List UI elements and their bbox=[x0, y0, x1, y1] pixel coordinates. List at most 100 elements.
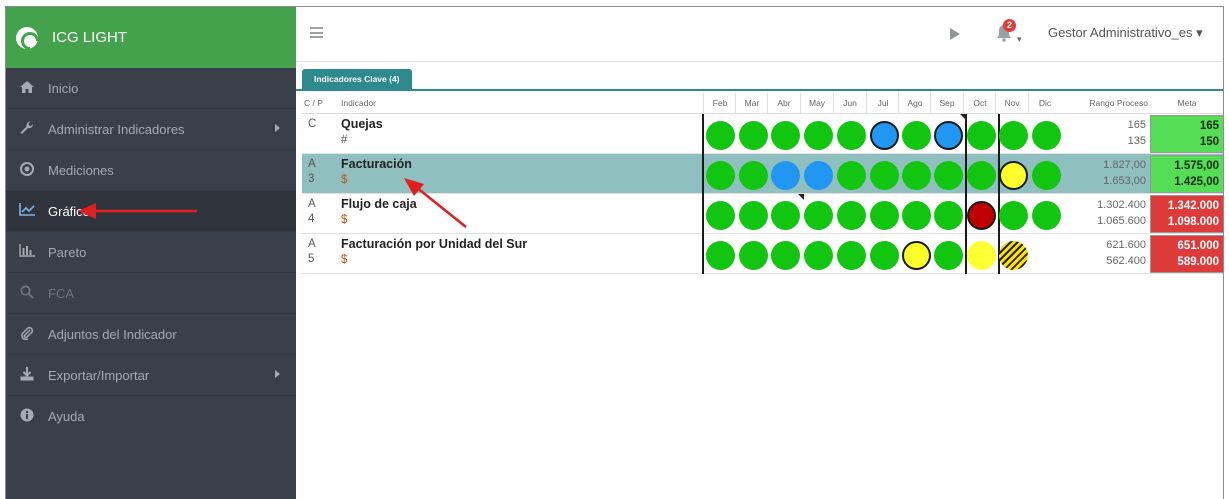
target-icon bbox=[18, 161, 36, 179]
status-indicator-feb[interactable] bbox=[706, 121, 735, 150]
brand-bar[interactable]: ICG LIGHT bbox=[6, 7, 296, 68]
status-indicator-jun[interactable] bbox=[837, 201, 866, 230]
cp-number: 5 bbox=[308, 253, 315, 265]
sidebar: ICG LIGHT Inicio Administrar Indicadores… bbox=[6, 7, 296, 499]
status-indicator-oct[interactable] bbox=[967, 241, 996, 270]
status-indicator-mar[interactable] bbox=[739, 161, 768, 190]
chevron-right-icon bbox=[275, 124, 280, 132]
header-separator bbox=[866, 93, 867, 113]
status-indicator-nov[interactable] bbox=[999, 201, 1028, 230]
indicator-name[interactable]: Flujo de caja bbox=[341, 197, 417, 211]
status-indicator-sep[interactable] bbox=[934, 201, 963, 230]
status-indicator-mar[interactable] bbox=[739, 201, 768, 230]
tab-indicadores-clave[interactable]: Indicadores Clave (4) bbox=[302, 69, 412, 89]
status-indicator-abr[interactable] bbox=[771, 161, 800, 190]
status-indicator-jun[interactable] bbox=[837, 161, 866, 190]
main-content: Indicadores Clave (4) C / P Indicador Feb M… bbox=[296, 62, 1223, 499]
status-indicator-sep[interactable] bbox=[934, 241, 963, 270]
sidebar-item-ayuda[interactable]: Ayuda bbox=[6, 396, 296, 437]
col-header-indicador: Indicador bbox=[341, 98, 376, 108]
month-separator bbox=[702, 194, 704, 234]
indicator-unit: # bbox=[341, 134, 348, 146]
status-indicator-abr[interactable] bbox=[771, 201, 800, 230]
indicator-name[interactable]: Quejas bbox=[341, 117, 383, 131]
range-upper: 1.302.400 bbox=[1097, 199, 1146, 211]
status-indicator-ago[interactable] bbox=[902, 161, 931, 190]
status-indicator-jul[interactable] bbox=[870, 241, 899, 270]
status-indicator-mar[interactable] bbox=[739, 241, 768, 270]
status-indicator-abr[interactable] bbox=[771, 121, 800, 150]
status-indicator-sep[interactable] bbox=[934, 161, 963, 190]
status-indicator-ago[interactable] bbox=[902, 201, 931, 230]
indicator-unit: $ bbox=[341, 214, 348, 226]
sidebar-item-grafico[interactable]: Gráfico bbox=[6, 191, 296, 232]
status-indicator-jun[interactable] bbox=[837, 241, 866, 270]
sidebar-item-label: FCA bbox=[48, 285, 74, 301]
sidebar-item-exportar-importar[interactable]: Exportar/Importar bbox=[6, 355, 296, 396]
sidebar-item-label: Exportar/Importar bbox=[48, 367, 150, 383]
status-indicator-nov[interactable] bbox=[999, 241, 1028, 270]
status-indicator-may[interactable] bbox=[804, 201, 833, 230]
status-indicator-dic[interactable] bbox=[1032, 121, 1061, 150]
status-indicator-oct[interactable] bbox=[967, 201, 996, 230]
sidebar-item-inicio[interactable]: Inicio bbox=[6, 68, 296, 109]
goal-lower: 150 bbox=[1199, 136, 1219, 148]
goal-upper: 1.342.000 bbox=[1167, 200, 1219, 212]
table-row[interactable]: A 5 Facturación por Unidad del Sur $621.600… bbox=[302, 234, 1223, 274]
table-row[interactable]: A 3 Facturación $1.827,00 1.653,00 1.575,00 1.… bbox=[302, 154, 1223, 194]
status-indicator-may[interactable] bbox=[804, 121, 833, 150]
header-separator bbox=[898, 93, 899, 113]
status-indicator-oct[interactable] bbox=[967, 121, 996, 150]
hamburger-menu-icon[interactable] bbox=[310, 27, 323, 38]
status-indicator-ago[interactable] bbox=[902, 121, 931, 150]
status-indicator-may[interactable] bbox=[804, 241, 833, 270]
status-indicator-feb[interactable] bbox=[706, 201, 735, 230]
header-separator bbox=[963, 93, 964, 113]
indicator-name[interactable]: Facturación bbox=[341, 157, 412, 171]
status-indicator-mar[interactable] bbox=[739, 121, 768, 150]
sidebar-item-adjuntos[interactable]: Adjuntos del Indicador bbox=[6, 314, 296, 355]
sidebar-item-label: Administrar Indicadores bbox=[48, 121, 185, 137]
status-indicator-dic[interactable] bbox=[1032, 201, 1061, 230]
status-indicator-ago[interactable] bbox=[902, 241, 931, 270]
line-chart-icon bbox=[18, 203, 36, 219]
goal-upper: 1.575,00 bbox=[1174, 160, 1219, 172]
status-indicator-jul[interactable] bbox=[870, 201, 899, 230]
cp-cell: A3 bbox=[308, 157, 316, 187]
table-row[interactable]: A 4 Flujo de caja $1.302.400 1.065.600 1.342.… bbox=[302, 194, 1223, 234]
user-menu[interactable]: Gestor Administrativo_es ▾ bbox=[1048, 25, 1203, 41]
range-upper: 165 bbox=[1127, 119, 1146, 131]
play-icon[interactable] bbox=[950, 28, 960, 40]
status-indicator-oct[interactable] bbox=[967, 161, 996, 190]
table-row[interactable]: C Quejas #165 135 165 150 bbox=[302, 114, 1223, 154]
cp-type: C bbox=[308, 118, 317, 130]
sidebar-item-administrar-indicadores[interactable]: Administrar Indicadores bbox=[6, 109, 296, 150]
sidebar-item-label: Mediciones bbox=[48, 162, 114, 178]
col-header-month: Jul bbox=[877, 98, 889, 108]
indicator-name[interactable]: Facturación por Unidad del Sur bbox=[341, 237, 527, 251]
status-indicator-jun[interactable] bbox=[837, 121, 866, 150]
cp-number: 3 bbox=[308, 173, 315, 185]
sidebar-item-fca[interactable]: FCA bbox=[6, 273, 296, 314]
status-indicator-may[interactable] bbox=[804, 161, 833, 190]
status-indicator-abr[interactable] bbox=[771, 241, 800, 270]
status-indicator-sep[interactable] bbox=[934, 121, 963, 150]
cp-type: A bbox=[308, 158, 316, 170]
status-indicator-nov[interactable] bbox=[999, 161, 1028, 190]
status-indicator-feb[interactable] bbox=[706, 241, 735, 270]
col-header-month: Sep bbox=[939, 98, 955, 108]
sidebar-item-pareto[interactable]: Pareto bbox=[6, 232, 296, 273]
col-header-rango: Rango Proceso bbox=[1089, 98, 1148, 108]
sidebar-item-mediciones[interactable]: Mediciones bbox=[6, 150, 296, 191]
header-separator bbox=[833, 93, 834, 113]
status-indicator-dic[interactable] bbox=[1032, 161, 1061, 190]
chevron-down-icon[interactable]: ▾ bbox=[1017, 34, 1022, 44]
goal-cell: 165 150 bbox=[1150, 115, 1223, 153]
status-indicator-feb[interactable] bbox=[706, 161, 735, 190]
comment-flag bbox=[960, 114, 966, 120]
status-indicator-jul[interactable] bbox=[870, 121, 899, 150]
goal-cell: 651.000 589.000 bbox=[1150, 235, 1223, 273]
status-indicator-nov[interactable] bbox=[999, 121, 1028, 150]
status-indicator-jul[interactable] bbox=[870, 161, 899, 190]
col-header-month: Dic bbox=[1038, 98, 1052, 108]
